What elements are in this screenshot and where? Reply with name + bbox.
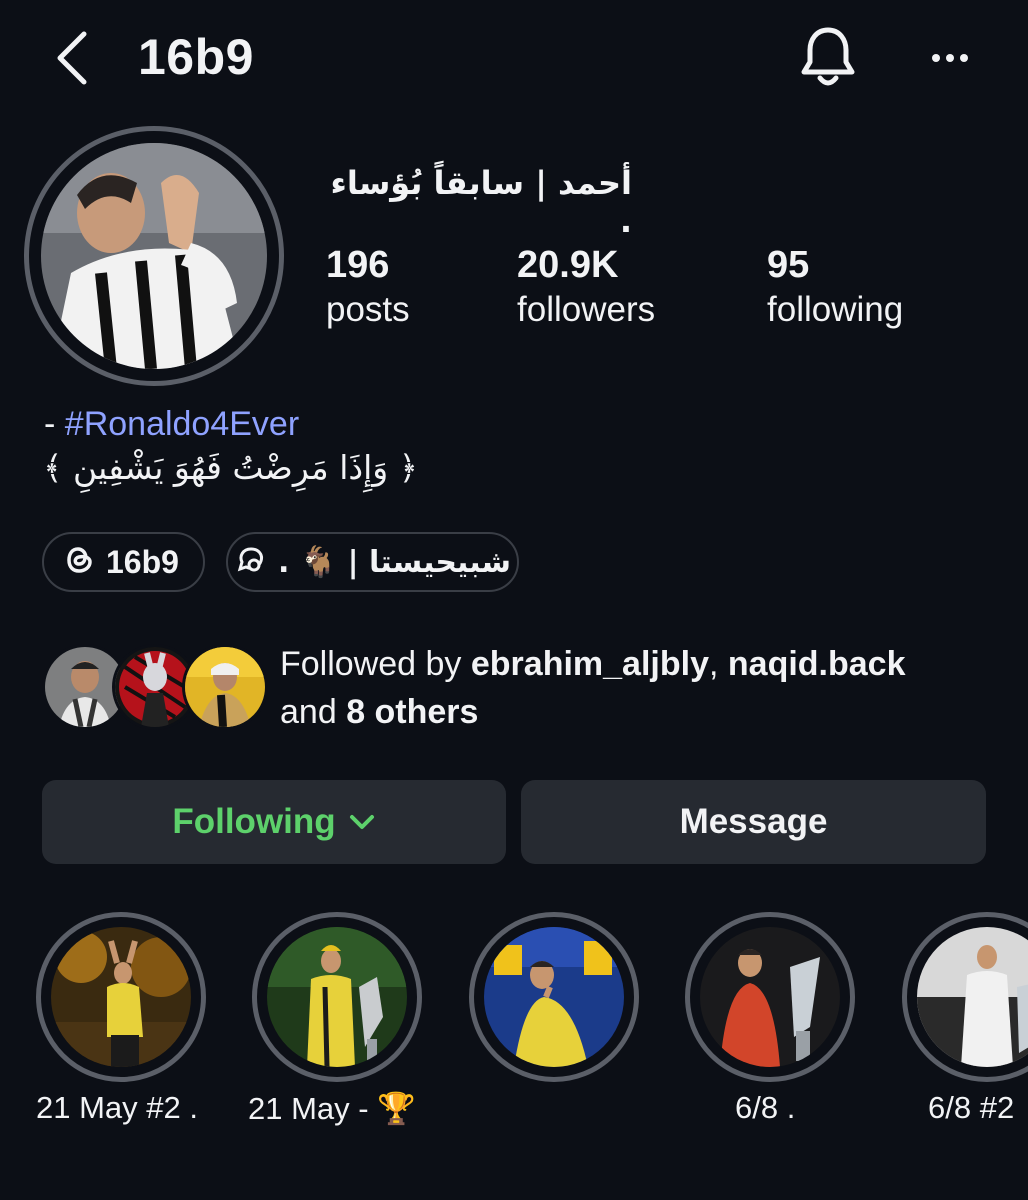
threads-chip-label: 16b9	[106, 543, 179, 580]
bio-line-1: - #Ronaldo4Ever	[44, 405, 299, 444]
followed-by-separator: ,	[708, 645, 728, 683]
more-horizontal-icon[interactable]	[924, 40, 984, 76]
followed-by-text[interactable]: Followed by ebrahim_aljbly, naqid.back an…	[280, 640, 1000, 736]
avatar-photo	[41, 143, 267, 369]
followers-count: 20.9K	[517, 244, 619, 286]
followed-by-and: and	[280, 693, 347, 731]
mutual-followers-avatars[interactable]	[42, 644, 268, 730]
highlight-label: 6/8 #2	[928, 1090, 1015, 1125]
stat-posts[interactable]: 196 posts	[326, 242, 410, 332]
stat-followers[interactable]: 20.9K followers	[517, 242, 655, 332]
story-highlight[interactable]	[685, 912, 855, 1082]
highlight-label: 6/8 .	[735, 1090, 796, 1125]
following-count: 95	[767, 244, 810, 286]
bio-prefix: -	[44, 405, 65, 443]
story-highlight[interactable]	[252, 912, 422, 1082]
story-highlight[interactable]	[36, 912, 206, 1082]
following-button-label: Following	[172, 802, 336, 841]
story-highlight[interactable]	[902, 912, 1028, 1082]
posts-count: 196	[326, 244, 390, 286]
followers-label: followers	[517, 290, 656, 329]
mutual-follower-link[interactable]: ebrahim_aljbly	[471, 645, 709, 683]
threads-link-icon	[234, 545, 268, 580]
message-button-label: Message	[679, 802, 828, 841]
link-chip-label: شبيحيستا | 🐐 .	[278, 544, 511, 580]
message-button[interactable]: Message	[521, 780, 986, 864]
highlight-cover	[51, 927, 191, 1067]
highlight-cover	[917, 927, 1028, 1067]
profile-avatar[interactable]	[24, 126, 284, 386]
bio-line-2: ﴿ وَإِذَا مَرِضْتُ فَهُوَ يَشْفِينِ ﴾	[43, 448, 418, 487]
top-bar: 16b9	[0, 0, 1028, 120]
stat-following[interactable]: 95 following	[767, 242, 903, 332]
profile-page: 16b9 أحمد | سابقاً بُؤساء . 196 posts 20…	[0, 0, 1028, 1200]
mutual-others-link[interactable]: 8 others	[346, 693, 478, 731]
bell-icon[interactable]	[796, 22, 860, 90]
threads-link-chip[interactable]: شبيحيستا | 🐐 .	[226, 532, 519, 592]
story-highlight[interactable]	[469, 912, 639, 1082]
highlight-label: 21 May #2 .	[36, 1090, 198, 1125]
highlight-cover	[267, 927, 407, 1067]
profile-username: 16b9	[138, 29, 254, 85]
posts-label: posts	[326, 290, 410, 329]
threads-icon	[66, 545, 94, 580]
threads-chip[interactable]: 16b9	[42, 532, 205, 592]
highlight-label: 21 May - 🏆	[248, 1091, 416, 1126]
highlight-cover	[484, 927, 624, 1067]
mutual-avatar	[182, 644, 268, 730]
followed-by-prefix: Followed by	[280, 645, 471, 683]
display-name: أحمد | سابقاً بُؤساء .	[330, 164, 632, 240]
bio-hashtag-link[interactable]: #Ronaldo4Ever	[65, 405, 299, 443]
following-label: following	[767, 290, 904, 329]
following-button[interactable]: Following	[42, 780, 506, 864]
mutual-follower-link[interactable]: naqid.back	[728, 645, 906, 683]
highlight-cover	[700, 927, 840, 1067]
chevron-down-icon	[348, 812, 376, 832]
chevron-left-icon[interactable]	[50, 28, 100, 88]
